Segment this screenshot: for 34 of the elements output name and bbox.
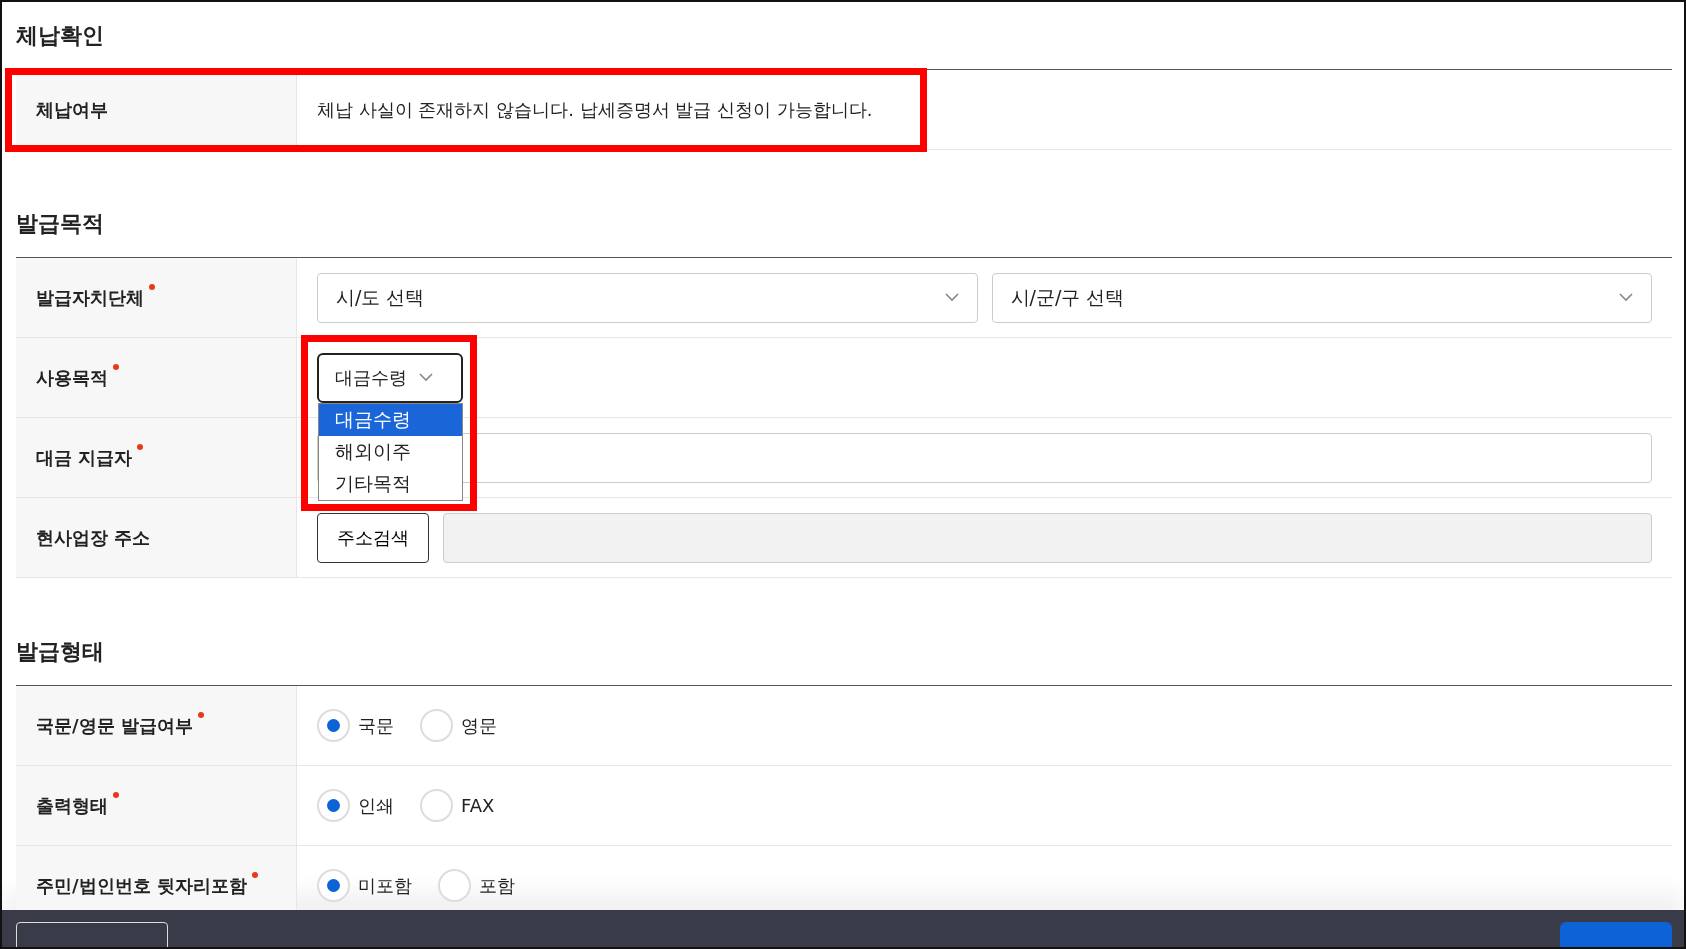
- section-title: 발급목적: [16, 210, 104, 238]
- dropdown-option[interactable]: 대금수령: [319, 403, 462, 436]
- field-label: 발급자치단체: [36, 286, 144, 310]
- field-label: 사용목적: [36, 366, 108, 390]
- section-title: 체납확인: [16, 22, 104, 50]
- dropdown-option[interactable]: 기타목적: [319, 467, 462, 500]
- field-label: 체납여부: [36, 98, 108, 122]
- search-address-button[interactable]: 주소검색: [317, 512, 429, 563]
- select-field[interactable]: 시/도 선택: [317, 272, 978, 323]
- radio-label: 영문: [461, 714, 497, 738]
- chevron-down-icon: [419, 373, 433, 382]
- radio-button[interactable]: [317, 789, 350, 822]
- radio-button[interactable]: [420, 709, 453, 742]
- select-field[interactable]: 시/군/구 선택: [991, 272, 1652, 323]
- field-label: 국문/영문 발급여부: [36, 714, 193, 738]
- field-label: 출력형태: [36, 794, 108, 818]
- section-title: 발급형태: [16, 638, 104, 666]
- dropdown-option[interactable]: 해외이주: [319, 435, 462, 468]
- field-label: 대금 지급자: [36, 446, 133, 470]
- radio-label: 포함: [479, 874, 515, 898]
- field-label: 주민/법인번호 뒷자리포함: [36, 874, 247, 898]
- field-label: 현사업장 주소: [36, 526, 151, 550]
- radio-label: 미포함: [358, 874, 412, 898]
- status-message: 체납 사실이 존재하지 않습니다. 납세증명서 발급 신청이 가능합니다.: [317, 98, 873, 122]
- chevron-down-icon: [944, 293, 959, 302]
- radio-button[interactable]: [420, 789, 453, 822]
- radio-label: FAX: [461, 794, 495, 818]
- radio-label: 인쇄: [358, 794, 394, 818]
- radio-label: 국문: [358, 714, 394, 738]
- radio-button[interactable]: [317, 869, 350, 902]
- radio-button[interactable]: [317, 709, 350, 742]
- select-field[interactable]: 대금수령: [317, 352, 463, 403]
- radio-button[interactable]: [438, 869, 471, 902]
- chevron-down-icon: [1619, 293, 1633, 302]
